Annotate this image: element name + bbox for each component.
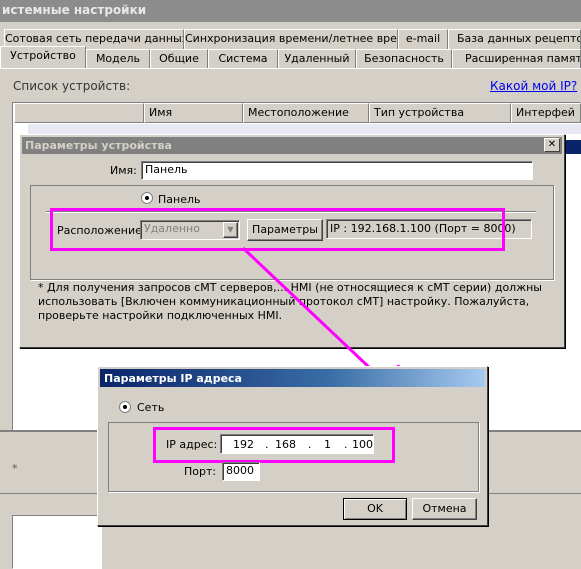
- port-input[interactable]: 8000: [222, 462, 260, 481]
- ip-parameters-dialog: Параметры IP адреса Сеть IP адрес: 192 .…: [97, 366, 488, 526]
- port-label: Порт:: [184, 465, 217, 478]
- ok-button[interactable]: OK: [343, 498, 407, 520]
- highlight-box-ip: [153, 427, 395, 463]
- cancel-button[interactable]: Отмена: [412, 498, 477, 520]
- ip-dialog-title: Параметры IP адреса: [100, 369, 485, 387]
- radio-network-label: Сеть: [137, 401, 165, 414]
- radio-network[interactable]: [119, 401, 131, 413]
